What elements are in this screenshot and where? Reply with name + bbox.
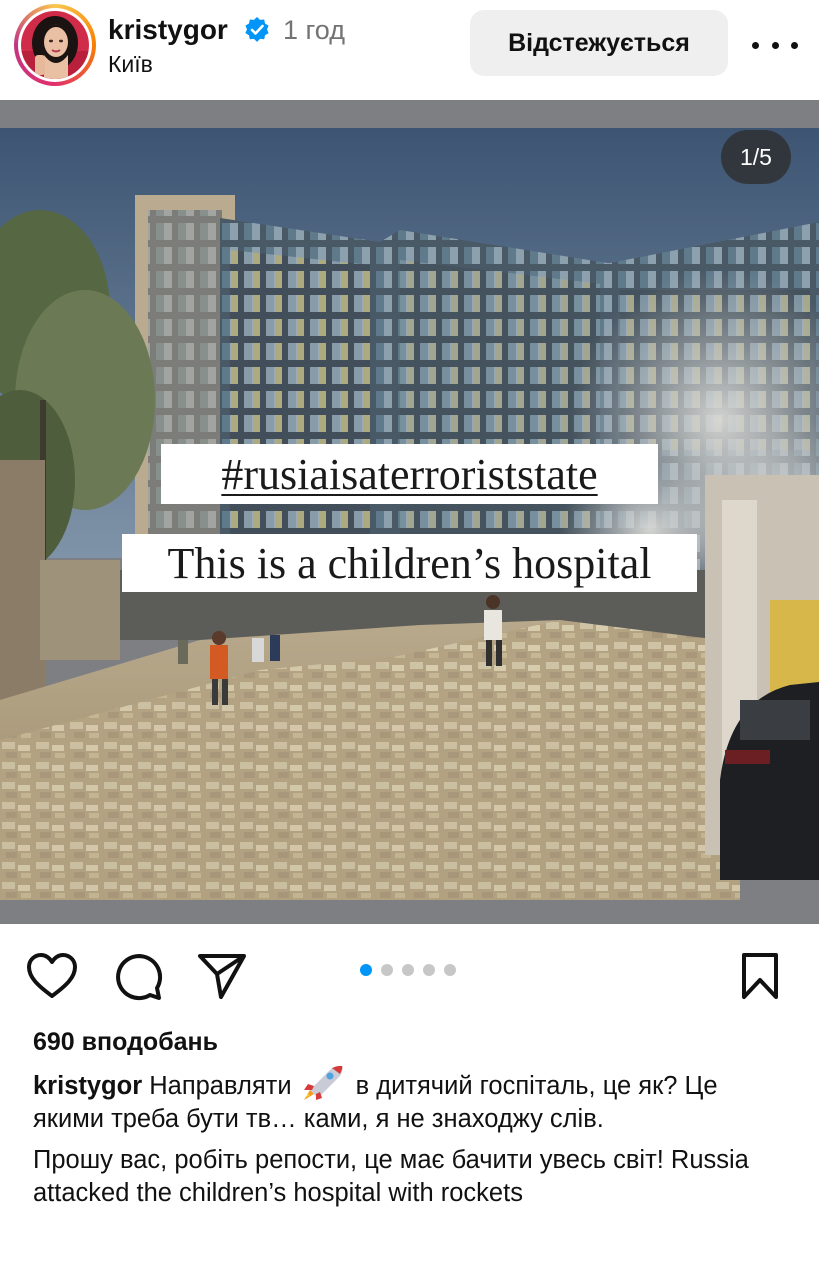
- post-location[interactable]: Київ: [108, 50, 153, 78]
- comment-icon[interactable]: [112, 950, 164, 1002]
- bookmark-icon[interactable]: [734, 950, 786, 1002]
- post-username[interactable]: kristygor: [108, 14, 228, 46]
- post-actions: [0, 924, 819, 1022]
- avatar-border: [18, 8, 92, 82]
- avatar[interactable]: [21, 11, 89, 79]
- more-dot: [752, 41, 759, 49]
- post-image[interactable]: 1/5 #rusiaisaterroriststate This is a ch…: [0, 100, 819, 924]
- more-dot: [771, 41, 779, 49]
- more-dot: [791, 41, 798, 49]
- caption-text-start: Направляти: [149, 1072, 292, 1100]
- carousel-dot-active: [360, 964, 372, 976]
- caption-paragraph-1: kristygor Направляти в дитячий госпіталь…: [33, 1065, 793, 1136]
- post-caption: kristygor Направляти в дитячий госпіталь…: [33, 1065, 793, 1210]
- carousel-indicator: [360, 964, 456, 976]
- slide-counter: 1/5: [721, 130, 791, 184]
- carousel-dot: [402, 964, 414, 976]
- carousel-dot: [444, 964, 456, 976]
- caption-username[interactable]: kristygor: [33, 1072, 142, 1100]
- verified-badge-icon: [245, 17, 269, 42]
- destroyed-hospital-photo: [0, 100, 819, 924]
- likes-count[interactable]: 690 вподобань: [33, 1026, 218, 1058]
- image-overlay-hashtag: #rusiaisaterroriststate: [161, 444, 658, 504]
- post-header: kristygor 1 год Київ Відстежується: [0, 0, 819, 100]
- heart-icon[interactable]: [26, 950, 78, 1002]
- avatar-photo: [21, 11, 89, 79]
- image-overlay-caption: This is a children’s hospital: [122, 534, 697, 592]
- share-icon[interactable]: [196, 950, 248, 1002]
- rocket-emoji-icon: [302, 1065, 344, 1100]
- following-button[interactable]: Відстежується: [470, 10, 728, 76]
- post-time: 1 год: [283, 15, 345, 45]
- carousel-dot: [423, 964, 435, 976]
- story-ring[interactable]: [14, 4, 96, 86]
- caption-paragraph-2: Прошу вас, робіть репости, це має бачити…: [33, 1146, 749, 1207]
- carousel-dot: [381, 964, 393, 976]
- more-options-icon[interactable]: [752, 30, 798, 60]
